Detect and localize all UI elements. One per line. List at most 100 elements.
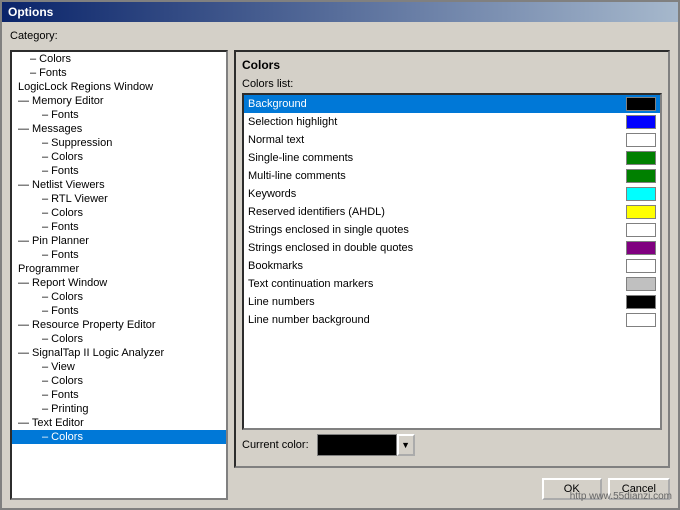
color-row-10[interactable]: Text continuation markers xyxy=(244,275,660,293)
tree-item-label-pp-fonts: – Fonts xyxy=(42,249,79,261)
tree-item-memory-editor[interactable]: — Memory Editor xyxy=(12,94,226,108)
tree-item-label-programmer: Programmer xyxy=(18,263,79,275)
colors-panel-title: Colors xyxy=(242,58,662,72)
dropdown-arrow-icon[interactable]: ▼ xyxy=(397,434,415,456)
color-swatch-1 xyxy=(626,115,656,129)
color-row-label-6: Reserved identifiers (AHDL) xyxy=(248,206,626,218)
tree-item-pin-planner[interactable]: — Pin Planner xyxy=(12,234,226,248)
color-row-label-1: Selection highlight xyxy=(248,116,626,128)
tree-item-messages[interactable]: — Messages xyxy=(12,122,226,136)
color-swatch-10 xyxy=(626,277,656,291)
color-row-3[interactable]: Single-line comments xyxy=(244,149,660,167)
color-swatch-8 xyxy=(626,241,656,255)
tree-item-te-colors[interactable]: – Colors xyxy=(12,430,226,444)
tree-item-programmer[interactable]: Programmer xyxy=(12,262,226,276)
tree-item-label-rw-fonts: – Fonts xyxy=(42,305,79,317)
color-row-12[interactable]: Line number background xyxy=(244,311,660,329)
right-panel: Colors Colors list: Background Selection … xyxy=(234,50,670,500)
tree-item-label-signaltap: — SignalTap II Logic Analyzer xyxy=(18,347,164,359)
category-label: Category: xyxy=(10,30,670,42)
tree-item-label-st-colors: – Colors xyxy=(42,375,83,387)
color-row-label-11: Line numbers xyxy=(248,296,626,308)
current-color-dropdown[interactable]: ▼ xyxy=(317,434,415,456)
tree-item-colors[interactable]: – Colors xyxy=(12,52,226,66)
color-row-2[interactable]: Normal text xyxy=(244,131,660,149)
tree-item-label-st-view: – View xyxy=(42,361,75,373)
colors-list-label: Colors list: xyxy=(242,78,662,90)
color-row-label-12: Line number background xyxy=(248,314,626,326)
tree-item-fonts[interactable]: – Fonts xyxy=(12,66,226,80)
colors-list[interactable]: Background Selection highlight Normal text… xyxy=(242,93,662,430)
current-color-area: Current color: ▼ xyxy=(242,430,662,460)
tree-item-label-suppression: – Suppression xyxy=(42,137,112,149)
tree-item-label-fonts: – Fonts xyxy=(30,67,67,79)
color-row-7[interactable]: Strings enclosed in single quotes xyxy=(244,221,660,239)
tree-item-label-report-window: — Report Window xyxy=(18,277,107,289)
tree-item-label-memory-editor: — Memory Editor xyxy=(18,95,104,107)
color-swatch-12 xyxy=(626,313,656,327)
tree-item-netlist-viewers[interactable]: — Netlist Viewers xyxy=(12,178,226,192)
tree-item-rw-fonts[interactable]: – Fonts xyxy=(12,304,226,318)
color-preview-box[interactable] xyxy=(317,434,397,456)
tree-item-text-editor[interactable]: — Text Editor xyxy=(12,416,226,430)
tree-item-msg-colors[interactable]: – Colors xyxy=(12,150,226,164)
color-row-label-10: Text continuation markers xyxy=(248,278,626,290)
color-row-label-0: Background xyxy=(248,98,626,110)
color-row-label-8: Strings enclosed in double quotes xyxy=(248,242,626,254)
tree-item-resource-property-editor[interactable]: — Resource Property Editor xyxy=(12,318,226,332)
color-swatch-5 xyxy=(626,187,656,201)
tree-item-label-messages: — Messages xyxy=(18,123,82,135)
tree-item-msg-fonts[interactable]: – Fonts xyxy=(12,164,226,178)
color-row-4[interactable]: Multi-line comments xyxy=(244,167,660,185)
current-color-label: Current color: xyxy=(242,439,309,451)
color-row-5[interactable]: Keywords xyxy=(244,185,660,203)
tree-item-st-printing[interactable]: – Printing xyxy=(12,402,226,416)
tree-item-label-nv-fonts: – Fonts xyxy=(42,221,79,233)
tree-item-st-view[interactable]: – View xyxy=(12,360,226,374)
tree-panel[interactable]: – Colors– Fonts LogicLock Regions Window… xyxy=(10,50,228,500)
tree-item-st-fonts[interactable]: – Fonts xyxy=(12,388,226,402)
color-row-label-9: Bookmarks xyxy=(248,260,626,272)
tree-item-st-colors[interactable]: – Colors xyxy=(12,374,226,388)
tree-item-memory-fonts[interactable]: – Fonts xyxy=(12,108,226,122)
tree-item-nv-fonts[interactable]: – Fonts xyxy=(12,220,226,234)
tree-item-label-st-printing: – Printing xyxy=(42,403,88,415)
tree-item-label-rw-colors: – Colors xyxy=(42,291,83,303)
color-swatch-9 xyxy=(626,259,656,273)
tree-item-label-rtl-viewer: – RTL Viewer xyxy=(42,193,108,205)
tree-item-label-rpe-colors: – Colors xyxy=(42,333,83,345)
tree-item-pp-fonts[interactable]: – Fonts xyxy=(12,248,226,262)
tree-item-report-window[interactable]: — Report Window xyxy=(12,276,226,290)
title-bar: Options xyxy=(2,2,678,22)
color-row-label-2: Normal text xyxy=(248,134,626,146)
color-row-0[interactable]: Background xyxy=(244,95,660,113)
color-row-9[interactable]: Bookmarks xyxy=(244,257,660,275)
color-swatch-4 xyxy=(626,169,656,183)
tree-item-rw-colors[interactable]: – Colors xyxy=(12,290,226,304)
tree-item-label-text-editor: — Text Editor xyxy=(18,417,84,429)
tree-item-label-nv-colors: – Colors xyxy=(42,207,83,219)
colors-panel: Colors Colors list: Background Selection … xyxy=(234,50,670,468)
watermark: http www.55dianzi.com xyxy=(570,491,672,502)
tree-item-label-logilock: LogicLock Regions Window xyxy=(18,81,153,93)
color-row-8[interactable]: Strings enclosed in double quotes xyxy=(244,239,660,257)
color-swatch-7 xyxy=(626,223,656,237)
tree-item-label-pin-planner: — Pin Planner xyxy=(18,235,89,247)
color-row-label-7: Strings enclosed in single quotes xyxy=(248,224,626,236)
color-row-1[interactable]: Selection highlight xyxy=(244,113,660,131)
tree-item-signaltap[interactable]: — SignalTap II Logic Analyzer xyxy=(12,346,226,360)
color-row-6[interactable]: Reserved identifiers (AHDL) xyxy=(244,203,660,221)
tree-item-rtl-viewer[interactable]: – RTL Viewer xyxy=(12,192,226,206)
tree-item-logilock[interactable]: LogicLock Regions Window xyxy=(12,80,226,94)
tree-item-label-msg-fonts: – Fonts xyxy=(42,165,79,177)
tree-item-rpe-colors[interactable]: – Colors xyxy=(12,332,226,346)
tree-item-label-resource-property-editor: — Resource Property Editor xyxy=(18,319,156,331)
color-swatch-11 xyxy=(626,295,656,309)
color-row-label-3: Single-line comments xyxy=(248,152,626,164)
tree-item-label-st-fonts: – Fonts xyxy=(42,389,79,401)
color-row-11[interactable]: Line numbers xyxy=(244,293,660,311)
tree-item-nv-colors[interactable]: – Colors xyxy=(12,206,226,220)
tree-item-suppression[interactable]: – Suppression xyxy=(12,136,226,150)
tree-item-label-memory-fonts: – Fonts xyxy=(42,109,79,121)
window-title: Options xyxy=(8,5,53,19)
